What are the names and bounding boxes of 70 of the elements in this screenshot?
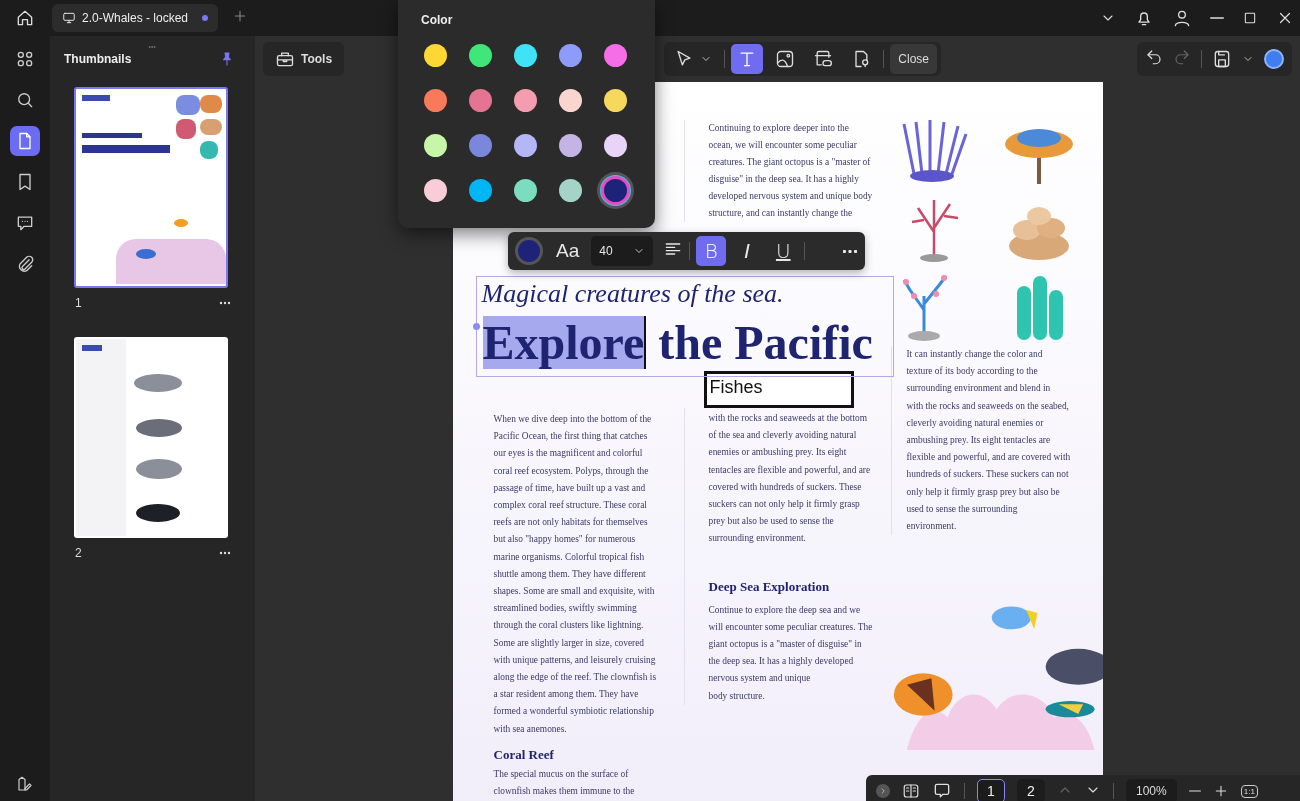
color-swatch[interactable] [469, 134, 492, 157]
color-swatch[interactable] [469, 179, 492, 202]
page-number: 1 [75, 296, 82, 310]
page-button[interactable]: 1 [977, 779, 1005, 801]
text-color-button[interactable] [518, 240, 540, 262]
image-icon [775, 49, 796, 69]
page-button[interactable]: 2 [1017, 779, 1045, 801]
color-swatch[interactable] [559, 134, 582, 157]
popup-title: Color [421, 13, 453, 27]
home-icon [15, 8, 35, 28]
section-heading: Deep Sea Exploration [708, 577, 831, 596]
section-heading: Coral Reef [493, 745, 555, 764]
user-icon [1172, 8, 1192, 28]
assistant-icon[interactable] [1264, 49, 1284, 69]
color-swatch[interactable] [514, 44, 537, 67]
color-swatch[interactable] [559, 89, 582, 112]
font-button[interactable]: Aa [550, 236, 586, 266]
body-paragraph: The special mucus on the surface of clownfish makes them immune to the [493, 767, 636, 799]
zoom-level[interactable]: 100% [1126, 779, 1177, 801]
add-tab-icon [232, 8, 248, 24]
color-swatch[interactable] [469, 44, 492, 67]
color-swatch[interactable] [559, 44, 582, 67]
panel-title: Thumbnails [64, 52, 133, 66]
actual-size-button[interactable]: 1:1 [1240, 784, 1258, 798]
edit-pencil-icon [16, 775, 34, 793]
page-number: 2 [75, 546, 82, 560]
close-button[interactable]: Close [890, 44, 937, 74]
font-size-dropdown[interactable]: 40 [591, 236, 654, 266]
color-swatch[interactable] [514, 179, 537, 202]
color-swatch[interactable] [514, 134, 537, 157]
color-swatch[interactable] [604, 89, 627, 112]
sidebar-tab[interactable] [10, 126, 40, 156]
body-paragraph: Continuing to explore deeper into the ocean, we will encounter some peculiar creatures. The giant octopus is a "master of disguise" in the deep sea. It has a highly developed nervous system and unique body structure, and can instantly change the [708, 122, 874, 220]
search-icon [15, 90, 35, 110]
expand-button[interactable] [876, 784, 890, 798]
color-swatch[interactable] [604, 44, 627, 67]
color-swatch[interactable] [514, 89, 537, 112]
body-paragraph: with the rocks and seaweeds at the bottom of the sea and cleverly avoiding natural enemies or ambushing prey. Its eight tentacles are flexible and powerful, and are covered with hundreds of suckers. These suckers can not only help it firmly grasp prey but also be used to sense the surrounding environment. [708, 412, 872, 546]
maximize-icon [1242, 10, 1258, 26]
color-swatch[interactable] [424, 44, 447, 67]
body-paragraph: When we dive deep into the bottom of the Pacific Ocean, the first thing that catches our eyes is the magnificent and colorful coral reef ecosystem. Polyps, through the passage of time, have built up a vast and complex coral reef structure. These coral reefs are not only habitats for themselves but also "happy homes" for numerous marine organisms. Colorful tropical fish shuttle among them. They have different shapes. Some are small and exquisite, with streamlined bodies, swiftly swimming through the coral clusters like lightning. Some are slightly larger in size, covered with unique patterns, and leisurely cruising along the edge of the reef. The clownfish is a star resident among them. They have formed a wonderful symbiotic relationship with sea anemones. [493, 413, 658, 736]
two-page-view-icon [902, 782, 920, 800]
resize-handle[interactable] [472, 323, 480, 330]
color-swatch[interactable] [424, 134, 447, 157]
tool-button[interactable] [731, 44, 764, 74]
bold-button[interactable]: B [696, 236, 727, 266]
body-paragraph: It can instantly change the color and texture of its body according to the surrounding environment and blend in with the rocks and seaweeds on the seabed, cleverly avoiding natural enemies or ambushing prey. Its eight tentacles are flexible and powerful, and are covered with hundreds of suckers. These suckers can not only help it firmly grasp prey but also be used to sense the surrounding environment. [906, 348, 1072, 534]
more-options-icon [843, 249, 857, 253]
underline-button[interactable]: U [768, 236, 799, 266]
italic-button[interactable]: I [732, 236, 763, 266]
save-icon [1212, 49, 1232, 69]
color-swatch[interactable] [559, 179, 582, 202]
text-box[interactable]: Fishes [703, 371, 854, 408]
page-thumbnail[interactable] [74, 87, 228, 288]
redo-icon [1173, 48, 1191, 66]
subtitle-text: Magical creatures of the sea. [481, 278, 785, 310]
minimize-icon [1210, 17, 1224, 19]
page-thumbnail[interactable] [74, 337, 228, 538]
monitor-icon [62, 11, 76, 25]
color-swatch[interactable] [604, 134, 627, 157]
color-swatch[interactable] [424, 179, 447, 202]
color-swatch[interactable] [469, 89, 492, 112]
body-paragraph: Continue to explore the deep sea and we will encounter some peculiar creatures. The giant octopus is a "master of disguise" in the deep sea. It has a highly developed nervous system and unique body structure. [708, 603, 874, 703]
unsaved-dot [202, 15, 208, 21]
undo-icon [1145, 48, 1163, 66]
color-swatch[interactable] [424, 89, 447, 112]
apps-grid-icon [15, 49, 35, 69]
link-card-icon [813, 49, 834, 69]
headline-text: Explore the Pacific [482, 315, 874, 371]
document-tab[interactable]: 2.0-Whales - locked [52, 4, 218, 32]
